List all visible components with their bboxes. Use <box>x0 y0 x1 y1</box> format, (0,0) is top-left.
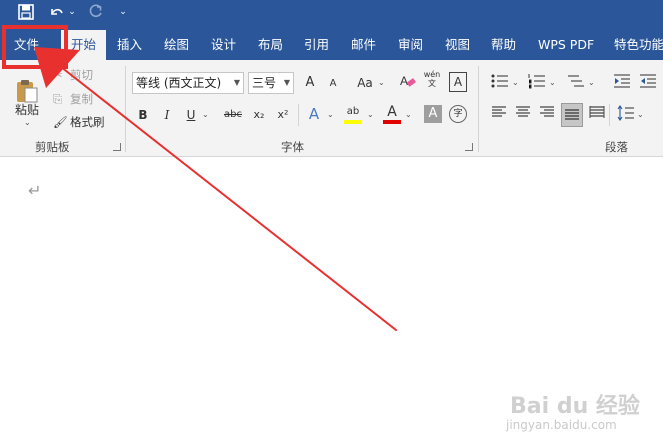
bold-icon[interactable]: B <box>136 105 150 125</box>
tab-view[interactable]: 视图 <box>445 24 470 60</box>
character-border-icon[interactable]: A <box>449 72 467 92</box>
format-painter-icon[interactable]: 🖌 <box>53 114 68 130</box>
font-group-label: 字体 <box>281 140 304 154</box>
highlight-color-swatch <box>344 120 362 124</box>
save-icon[interactable] <box>16 2 36 22</box>
tab-design[interactable]: 设计 <box>211 24 236 60</box>
tab-draw[interactable]: 绘图 <box>164 24 189 60</box>
change-case-icon[interactable]: Aa <box>353 73 377 93</box>
shrink-font-icon[interactable]: A <box>325 74 341 94</box>
phonetic-guide-icon[interactable]: wén 文 <box>422 70 442 90</box>
line-spacing-icon[interactable] <box>616 105 636 125</box>
clipboard-launcher-icon[interactable] <box>113 143 121 151</box>
paragraph-group-label: 段落 <box>605 140 628 154</box>
bullets-chevron-icon[interactable]: ⌄ <box>512 78 519 87</box>
ribbon-tabs: 文件 开始 插入 绘图 设计 布局 引用 邮件 审阅 视图 帮助 WPS PDF… <box>0 24 663 60</box>
italic-icon[interactable]: I <box>160 105 174 125</box>
font-size-combo[interactable]: 三号 ▼ <box>248 72 294 94</box>
cut-icon[interactable]: ✂ <box>53 67 63 83</box>
align-right-icon[interactable] <box>537 105 557 125</box>
tab-wps-pdf[interactable]: WPS PDF <box>538 24 594 60</box>
paragraph-row-divider <box>609 104 610 126</box>
paste-options-chevron-icon[interactable]: ⌄ <box>24 118 31 127</box>
paste-icon[interactable] <box>10 78 44 104</box>
tab-mailings[interactable]: 邮件 <box>351 24 376 60</box>
align-center-icon[interactable] <box>513 105 533 125</box>
group-divider <box>478 66 479 152</box>
distributed-icon[interactable] <box>587 105 607 125</box>
tab-file[interactable]: 文件 <box>14 24 39 60</box>
copy-button[interactable]: 复制 <box>70 91 93 107</box>
font-size-value: 三号 <box>252 76 277 90</box>
customize-toolbar-chevron-icon[interactable]: ⌄ <box>116 2 130 22</box>
justify-icon[interactable] <box>561 103 583 127</box>
text-effects-icon[interactable]: A <box>305 104 323 124</box>
enclose-characters-icon[interactable]: 字 <box>449 105 467 123</box>
highlight-icon[interactable]: ab <box>343 102 363 122</box>
redo-icon[interactable] <box>86 2 106 22</box>
subscript-icon[interactable]: x₂ <box>250 105 268 125</box>
text-effects-chevron-icon[interactable]: ⌄ <box>327 110 334 119</box>
font-name-dropdown-icon[interactable]: ▼ <box>234 73 240 93</box>
superscript-icon[interactable]: x² <box>274 105 292 125</box>
baidu-jingyan-watermark-logo: Bai du 经验 <box>510 394 640 419</box>
format-painter-button[interactable]: 格式刷 <box>70 114 105 130</box>
tab-review[interactable]: 审阅 <box>398 24 423 60</box>
tab-help[interactable]: 帮助 <box>491 24 516 60</box>
numbering-chevron-icon[interactable]: ⌄ <box>549 78 556 87</box>
cut-button[interactable]: 剪切 <box>70 67 93 83</box>
font-launcher-icon[interactable] <box>465 143 473 151</box>
decrease-indent-icon[interactable] <box>612 73 632 93</box>
strikethrough-icon[interactable]: abc <box>222 105 244 125</box>
paragraph-mark-icon: ↵ <box>28 181 42 200</box>
underline-icon[interactable]: U <box>184 105 198 125</box>
title-bar: ⌄ ⌄ <box>0 0 663 24</box>
tab-special-features[interactable]: 特色功能 <box>614 24 663 60</box>
tab-home[interactable]: 开始 <box>61 30 107 60</box>
copy-icon[interactable]: ⎘ <box>53 91 62 107</box>
highlight-chevron-icon[interactable]: ⌄ <box>367 110 374 119</box>
grow-font-icon[interactable]: A <box>301 73 319 93</box>
underline-chevron-icon[interactable]: ⌄ <box>202 110 209 119</box>
font-name-combo[interactable]: 等线 (西文正文) ▼ <box>132 72 244 94</box>
numbering-icon[interactable] <box>526 73 548 93</box>
font-row-divider <box>298 104 299 126</box>
baidu-jingyan-watermark-url: jingyan.baidu.com <box>506 418 617 432</box>
tab-layout[interactable]: 布局 <box>258 24 283 60</box>
tab-references[interactable]: 引用 <box>304 24 329 60</box>
line-spacing-chevron-icon[interactable]: ⌄ <box>637 110 644 119</box>
change-case-chevron-icon[interactable]: ⌄ <box>378 78 385 87</box>
font-color-chevron-icon[interactable]: ⌄ <box>405 110 412 119</box>
tab-insert[interactable]: 插入 <box>117 24 142 60</box>
multilevel-list-chevron-icon[interactable]: ⌄ <box>588 78 595 87</box>
align-left-icon[interactable] <box>489 105 509 125</box>
font-color-swatch <box>383 120 401 124</box>
increase-indent-icon[interactable] <box>638 73 658 93</box>
character-shading-icon[interactable]: A <box>424 105 442 123</box>
font-size-dropdown-icon[interactable]: ▼ <box>284 73 290 93</box>
undo-icon[interactable] <box>46 2 66 22</box>
group-divider <box>125 66 126 152</box>
svg-text:A: A <box>400 74 408 88</box>
paste-button[interactable]: 粘贴 <box>15 102 39 118</box>
font-name-value: 等线 (西文正文) <box>136 76 222 90</box>
font-color-icon[interactable]: A <box>383 102 401 122</box>
bullets-icon[interactable] <box>489 73 511 93</box>
multilevel-list-icon[interactable] <box>565 73 587 93</box>
clear-formatting-icon[interactable]: A <box>398 72 418 92</box>
undo-menu-chevron-icon[interactable]: ⌄ <box>66 2 78 22</box>
clipboard-group-label: 剪贴板 <box>35 140 70 154</box>
